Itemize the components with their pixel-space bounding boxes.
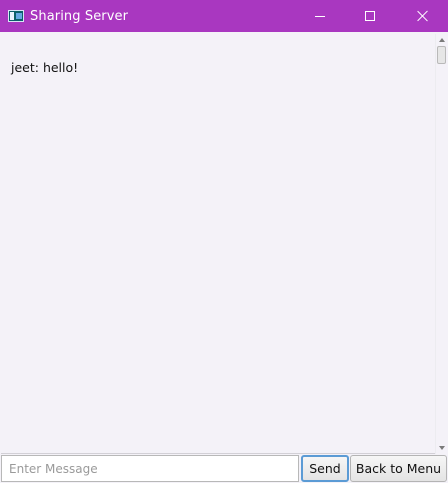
app-window: Sharing Server jeet: hello! Send Back to… xyxy=(0,0,448,483)
scroll-down-icon[interactable] xyxy=(439,446,445,450)
message-item: jeet: hello! xyxy=(11,60,79,75)
close-button[interactable] xyxy=(400,0,446,32)
send-button[interactable]: Send xyxy=(301,455,349,482)
chat-area[interactable]: jeet: hello! xyxy=(1,34,447,454)
scrollbar-thumb[interactable] xyxy=(437,46,446,64)
minimize-button[interactable] xyxy=(297,0,343,32)
vertical-scrollbar[interactable] xyxy=(435,34,447,454)
close-icon xyxy=(417,10,429,22)
scroll-up-icon[interactable] xyxy=(439,38,445,42)
back-to-menu-button[interactable]: Back to Menu xyxy=(350,455,447,482)
message-list: jeet: hello! xyxy=(11,60,78,75)
message-input[interactable] xyxy=(1,455,299,482)
maximize-button[interactable] xyxy=(347,0,393,32)
composer-bar: Send Back to Menu xyxy=(0,455,448,483)
title-bar[interactable]: Sharing Server xyxy=(0,0,448,32)
app-icon xyxy=(8,10,24,22)
minimize-icon xyxy=(315,15,325,17)
window-title: Sharing Server xyxy=(30,8,129,24)
maximize-icon xyxy=(365,11,375,21)
